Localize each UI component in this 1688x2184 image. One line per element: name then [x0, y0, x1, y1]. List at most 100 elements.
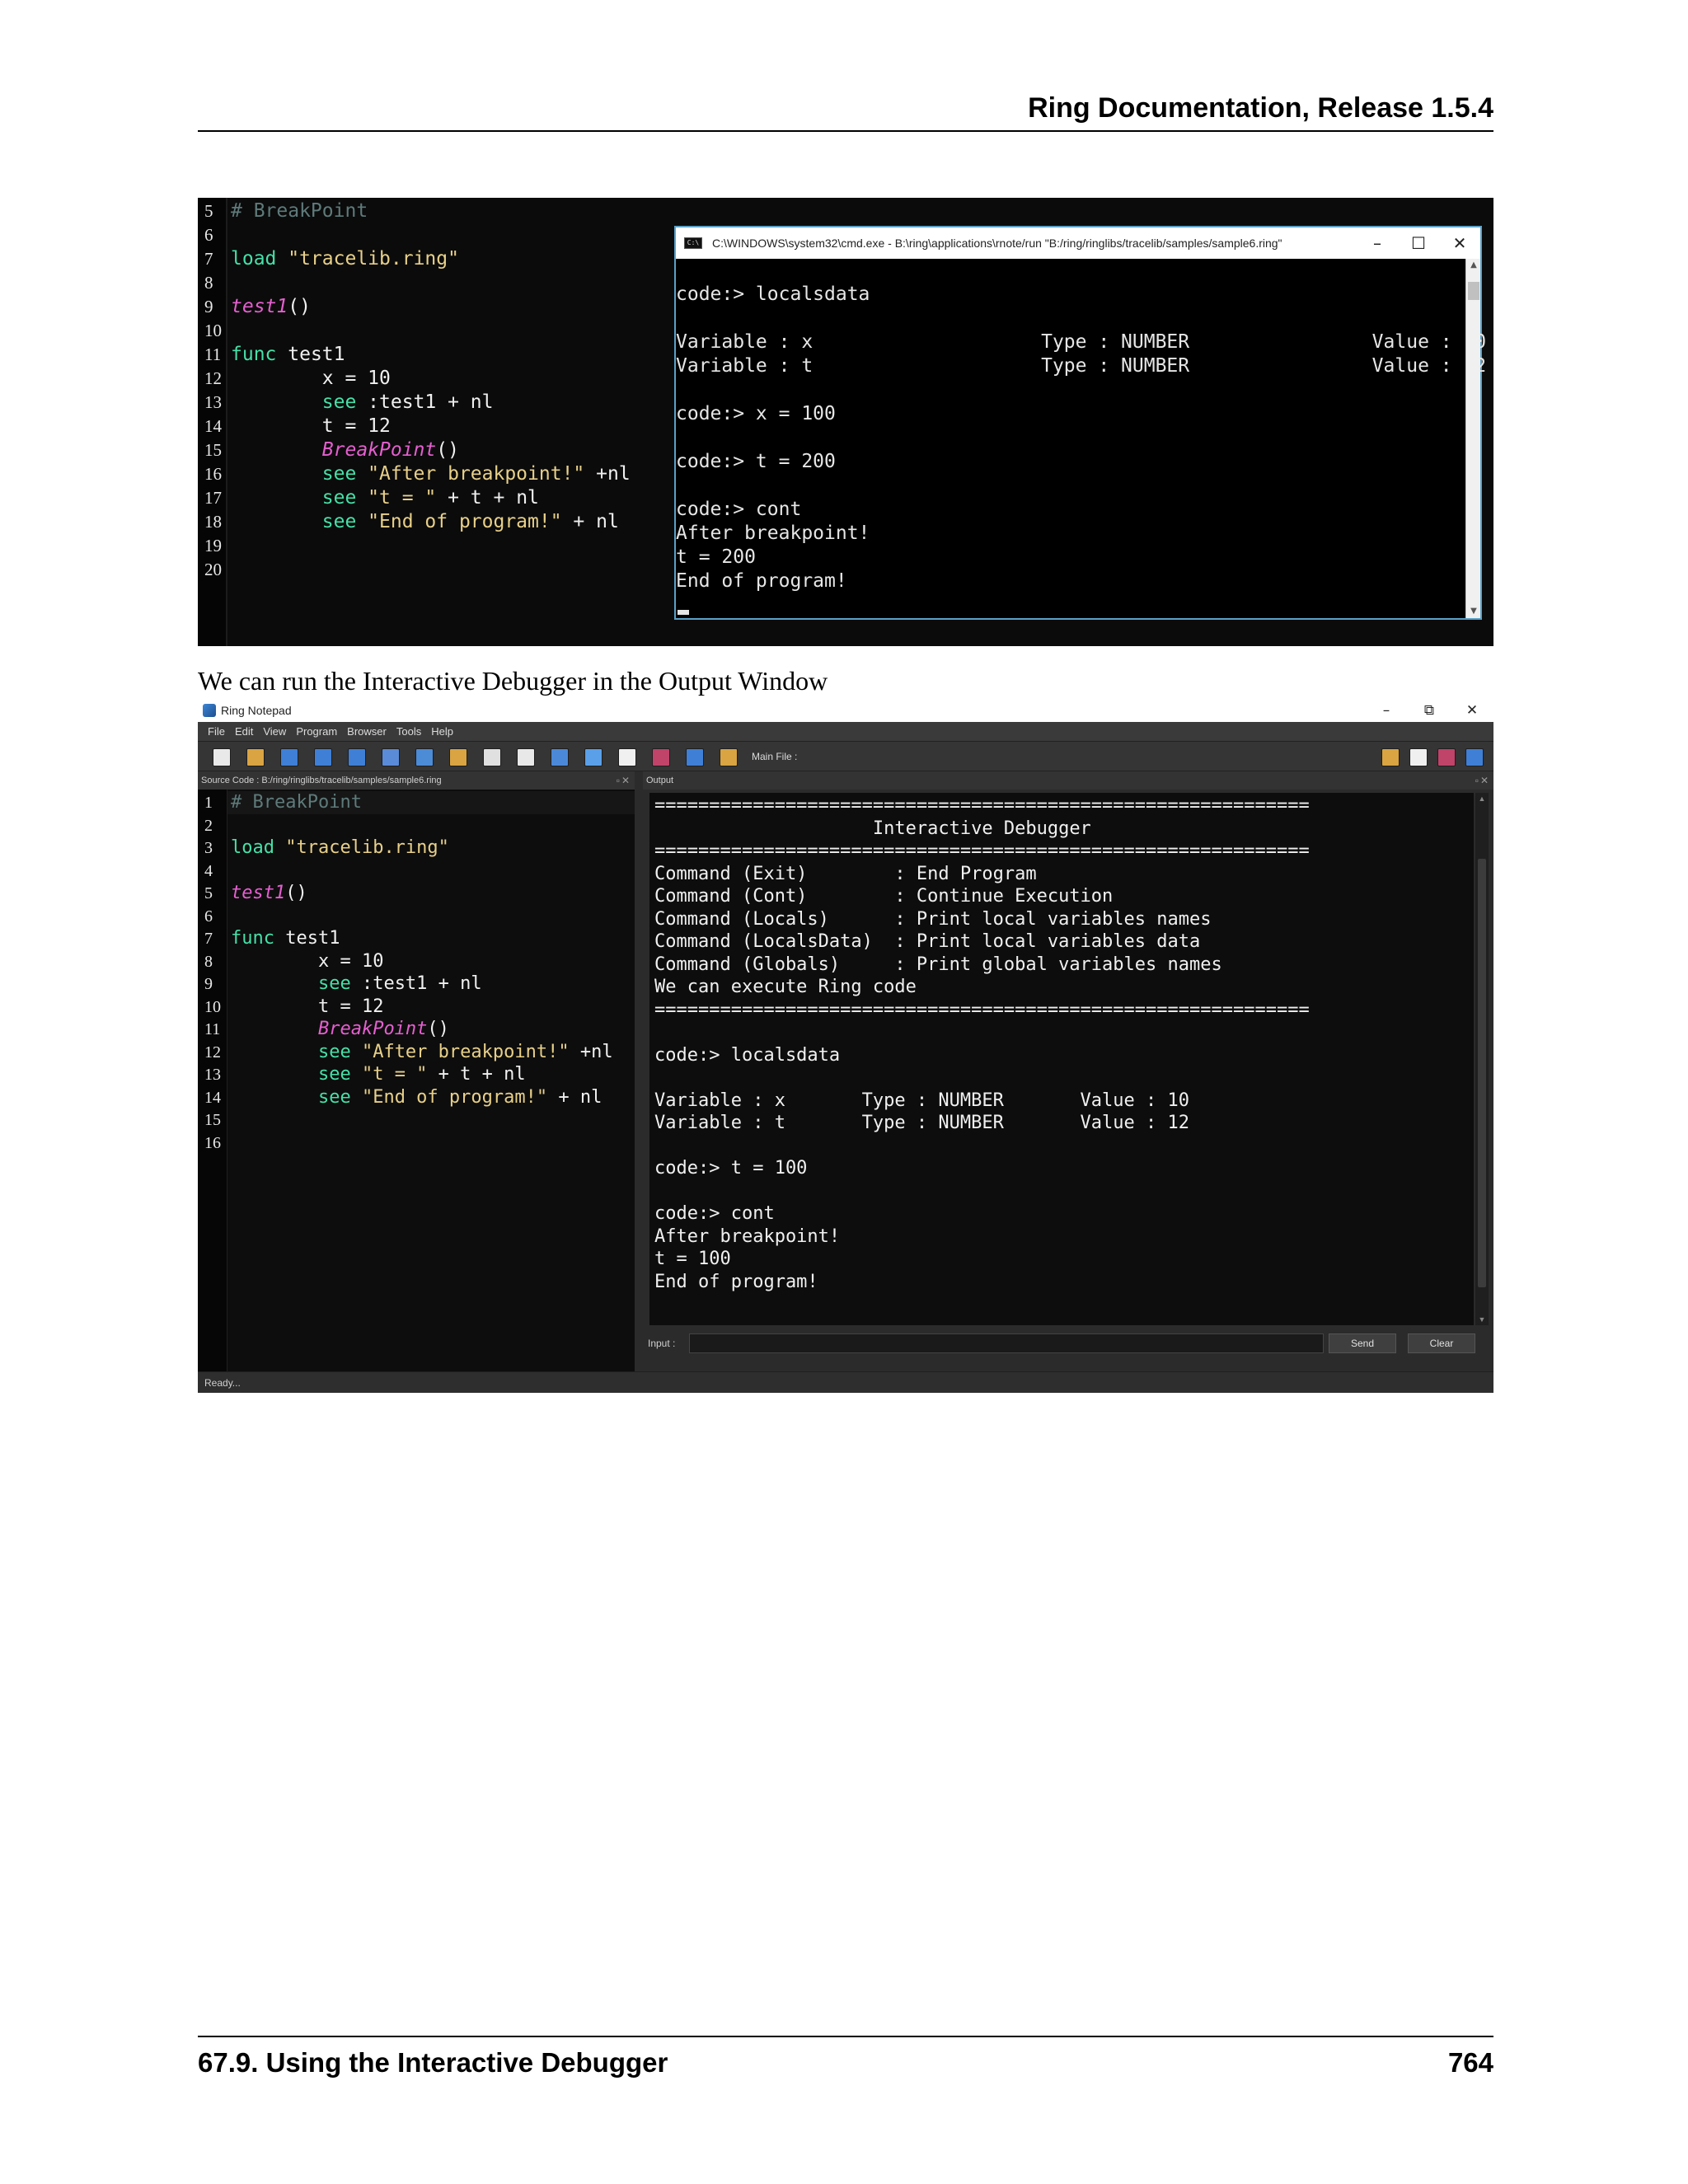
line-number: 19 — [204, 536, 222, 555]
code-text: see "t = " + t + nl — [227, 486, 539, 510]
scroll-thumb[interactable] — [1478, 859, 1486, 1287]
debugger-input[interactable] — [689, 1333, 1324, 1353]
clear-button[interactable]: Clear — [1408, 1333, 1475, 1353]
line-number: 13 — [204, 1066, 221, 1084]
toolbar-button-icon[interactable] — [618, 748, 636, 766]
console-line: End of program! — [654, 1271, 818, 1292]
toolbar-button-icon[interactable] — [246, 748, 265, 766]
line-number: 16 — [204, 1133, 221, 1152]
input-label: Input : — [648, 1338, 676, 1349]
code-line: 13 see "t = " + t + nl — [198, 1063, 526, 1086]
minimize-icon[interactable]: – — [1365, 699, 1408, 722]
menu-tools[interactable]: Tools — [396, 722, 421, 742]
code-text: # BreakPoint — [227, 199, 368, 223]
code-token: see — [321, 463, 368, 485]
menu-browser[interactable]: Browser — [347, 722, 387, 742]
toolbar-button-icon[interactable] — [1381, 748, 1400, 766]
scroll-up-icon[interactable]: ▲ — [1466, 259, 1481, 272]
source-code-panel: Source Code : B:/ring/ringlibs/tracelib/… — [198, 771, 635, 1371]
cmd-window: C:\ C:\WINDOWS\system32\cmd.exe - B:\rin… — [674, 226, 1486, 620]
console-line: Command (Cont) : Continue Execution — [654, 886, 1114, 907]
code-text: func test1 — [227, 927, 340, 950]
toolbar-button-icon[interactable] — [1409, 748, 1428, 766]
toolbar-button-icon[interactable] — [314, 748, 332, 766]
running-footer: 67.9. Using the Interactive Debugger 764 — [198, 2036, 1493, 2085]
code-token: "tracelib.ring" — [285, 837, 449, 858]
line-number: 7 — [204, 930, 213, 948]
code-token: see — [321, 511, 368, 532]
panel-splitter[interactable] — [635, 771, 643, 1371]
menu-view[interactable]: View — [263, 722, 286, 742]
code-line: 5 # BreakPoint — [198, 199, 368, 223]
code-line: 1 # BreakPoint — [198, 791, 362, 814]
toolbar-button-icon[interactable] — [720, 748, 738, 766]
toolbar-button-icon[interactable] — [382, 748, 400, 766]
toolbar-button-icon[interactable] — [551, 748, 569, 766]
close-icon[interactable]: ✕ — [1451, 699, 1493, 722]
code-token: + t + nl — [436, 487, 539, 509]
code-line: 9 test1() — [198, 295, 311, 319]
toolbar-button-icon[interactable] — [348, 748, 366, 766]
code-line: 12 x = 10 — [198, 367, 391, 391]
toolbar-button-icon[interactable] — [213, 748, 231, 766]
scroll-down-icon[interactable]: ▼ — [1466, 605, 1481, 618]
console-line: After breakpoint! — [654, 1226, 841, 1247]
maximize-icon[interactable]: ☐ — [1398, 227, 1439, 259]
scroll-thumb[interactable] — [1468, 282, 1479, 300]
menu-edit[interactable]: Edit — [235, 722, 253, 742]
panel-buttons[interactable]: ▫✕ — [1475, 771, 1490, 790]
code-token: func — [231, 928, 286, 949]
code-text: load "tracelib.ring" — [227, 247, 459, 271]
code-text: see :test1 + nl — [227, 972, 482, 996]
code-text: x = 10 — [227, 367, 391, 391]
toolbar-button-icon[interactable] — [517, 748, 535, 766]
code-line: 16 — [198, 1132, 231, 1155]
toolbar-button-icon[interactable] — [1437, 748, 1456, 766]
menu-help[interactable]: Help — [431, 722, 453, 742]
toolbar-button-icon[interactable] — [415, 748, 434, 766]
cmd-scrollbar[interactable]: ▲ ▼ — [1465, 259, 1480, 618]
code-token: + nl — [547, 1086, 603, 1108]
code-line: 11 BreakPoint() — [198, 1018, 449, 1041]
code-text: load "tracelib.ring" — [227, 837, 449, 860]
menu-file[interactable]: File — [208, 722, 225, 742]
toolbar-button-icon[interactable] — [280, 748, 298, 766]
code-token: "t = " — [368, 487, 437, 509]
toolbar-button-icon[interactable] — [686, 748, 704, 766]
scroll-down-icon[interactable]: ▼ — [1475, 1314, 1489, 1325]
code-text: test1() — [227, 882, 307, 905]
menu-program[interactable]: Program — [296, 722, 337, 742]
figure-editor-and-console: 5 # BreakPoint 6 7 load "tracelib.ring" 8 9 tes… — [198, 198, 1493, 646]
code-token: test1 — [231, 883, 286, 903]
console-line: code:> x = 100 — [676, 403, 836, 424]
code-token: test1 — [288, 344, 345, 365]
line-number: 11 — [204, 344, 222, 364]
panel-buttons[interactable]: ▫✕ — [617, 771, 631, 790]
toolbar-button-icon[interactable] — [449, 748, 467, 766]
console-line: ========================================… — [654, 795, 1310, 816]
line-number: 4 — [204, 861, 213, 880]
minimize-icon[interactable]: – — [1357, 227, 1398, 259]
cmd-output: code:> localsdata Variable : x Type : NUM… — [676, 259, 1486, 618]
send-button[interactable]: Send — [1329, 1333, 1396, 1353]
console-line: code:> cont — [676, 499, 802, 520]
code-token: :test1 + nl — [368, 391, 494, 413]
console-line: Interactive Debugger — [654, 818, 1091, 839]
console-line: Command (Exit) : End Program — [654, 863, 1037, 884]
toolbar: Main File : — [198, 742, 1493, 771]
toolbar-button-icon[interactable] — [1465, 748, 1484, 766]
toolbar-button-icon[interactable] — [652, 748, 670, 766]
line-number: 15 — [204, 1111, 221, 1129]
scroll-up-icon[interactable]: ▲ — [1475, 793, 1489, 804]
code-token: () — [436, 439, 459, 461]
console-line: Command (Globals) : Print global variabl… — [654, 954, 1222, 975]
restore-icon[interactable]: ⧉ — [1408, 699, 1451, 722]
toolbar-button-icon[interactable] — [483, 748, 501, 766]
close-icon[interactable]: ✕ — [1439, 227, 1480, 259]
console-line: After breakpoint! — [676, 523, 870, 544]
toolbar-button-icon[interactable] — [584, 748, 603, 766]
code-line: 12 see "After breakpoint!" +nl — [198, 1041, 613, 1064]
code-token: "After breakpoint!" — [361, 1041, 570, 1062]
output-scrollbar[interactable]: ▲ ▼ — [1475, 793, 1489, 1325]
console-line: t = 200 — [676, 546, 756, 568]
